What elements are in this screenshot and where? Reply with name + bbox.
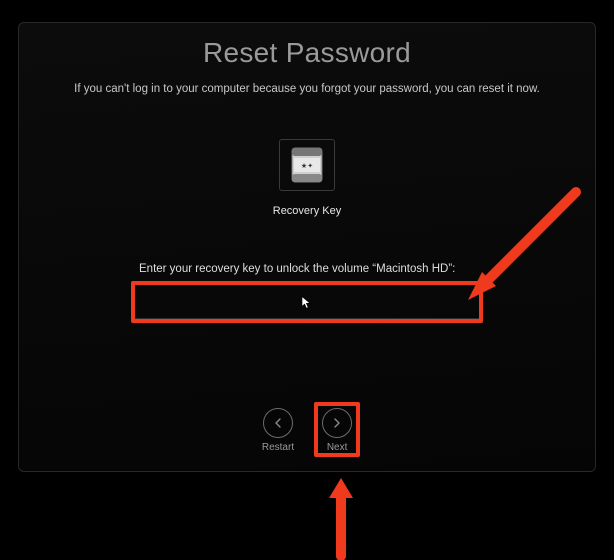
dialog-title: Reset Password: [19, 37, 595, 69]
recovery-key-label: Recovery Key: [273, 205, 341, 217]
arrow-right-circle-icon: [322, 408, 352, 438]
reset-password-dialog: Reset Password If you can't log in to yo…: [18, 22, 596, 472]
next-button[interactable]: Next: [322, 408, 352, 453]
restart-button[interactable]: Restart: [262, 408, 294, 453]
recovery-key-block: ★✦ Recovery Key: [19, 139, 595, 217]
next-label: Next: [327, 442, 348, 453]
annotation-arrow-bottom: [321, 476, 361, 560]
cursor-icon: [301, 296, 313, 315]
recovery-key-prompt: Enter your recovery key to unlock the vo…: [19, 263, 595, 275]
svg-text:★✦: ★✦: [301, 162, 313, 170]
dialog-buttons: Restart Next: [19, 408, 595, 453]
restart-label: Restart: [262, 442, 294, 453]
dialog-subtitle: If you can't log in to your computer bec…: [19, 83, 595, 95]
recovery-key-icon[interactable]: ★✦: [279, 139, 335, 191]
recovery-key-input-highlight: [131, 281, 483, 323]
arrow-left-circle-icon: [263, 408, 293, 438]
